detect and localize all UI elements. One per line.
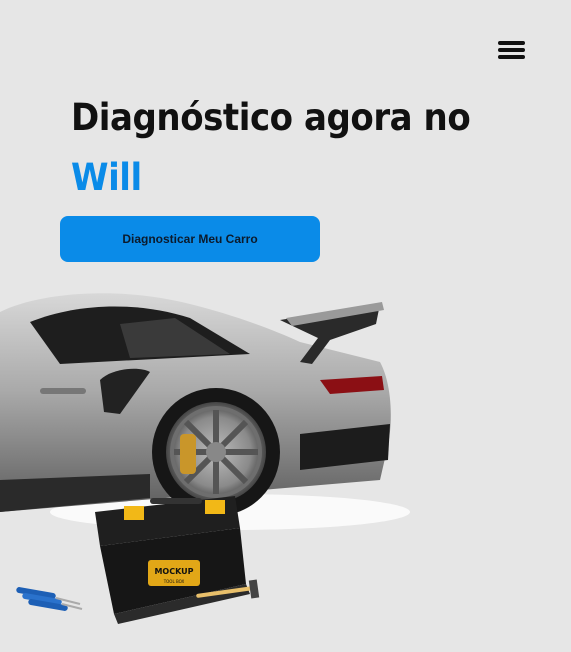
toolbox-label: MOCKUP bbox=[154, 567, 193, 576]
hamburger-menu-icon[interactable] bbox=[498, 40, 526, 60]
brand-name: Will bbox=[71, 156, 142, 199]
menu-bar bbox=[498, 41, 525, 45]
toolbox-sublabel: TOOL BOX bbox=[163, 579, 185, 584]
toolbox: MOCKUP TOOL BOX bbox=[95, 496, 250, 624]
hero-headline: Diagnóstico agora no Will bbox=[71, 88, 471, 208]
menu-bar bbox=[498, 55, 525, 59]
menu-bar bbox=[498, 48, 525, 52]
car-and-toolbox-illustration: MOCKUP TOOL BOX bbox=[0, 293, 410, 624]
diagnose-car-button[interactable]: Diagnosticar Meu Carro bbox=[60, 216, 320, 262]
headline-text: Diagnóstico agora no bbox=[71, 96, 471, 139]
screwdrivers bbox=[16, 587, 83, 611]
sports-car bbox=[0, 293, 391, 516]
